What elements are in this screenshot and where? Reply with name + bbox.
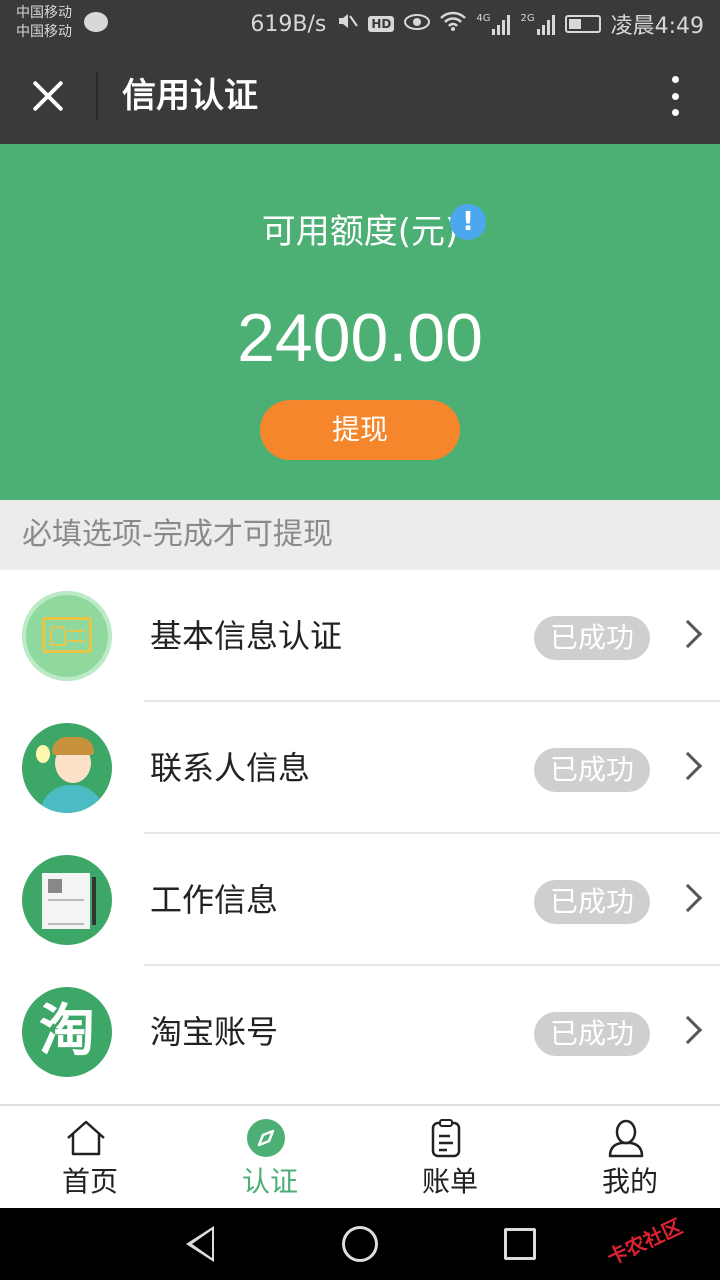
- id-card-icon: [22, 591, 112, 681]
- wifi-icon: [440, 11, 467, 37]
- required-section-header: 必填选项-完成才可提现: [0, 500, 720, 570]
- more-vertical-icon[interactable]: [670, 76, 680, 116]
- page-title: 信用认证: [122, 76, 258, 116]
- close-icon[interactable]: [22, 70, 74, 122]
- document-icon: [22, 855, 112, 945]
- battery-icon: [564, 15, 601, 33]
- withdraw-button[interactable]: 提现: [260, 400, 460, 460]
- app-header: 信用认证: [0, 48, 720, 144]
- hd-badge: HD: [368, 16, 395, 32]
- info-icon[interactable]: !: [450, 204, 486, 240]
- recent-apps-icon[interactable]: [504, 1228, 536, 1260]
- system-nav-bar: 卡农社区: [0, 1208, 720, 1280]
- net-speed: 619B/s: [250, 11, 327, 37]
- status-bar: 中国移动 中国移动 619B/s HD 4G 2G 凌晨4:49: [0, 0, 720, 48]
- status-indicators: 619B/s HD 4G 2G 凌晨4:49: [250, 0, 704, 48]
- signal-4g-icon: 4G: [476, 13, 511, 35]
- tab-home[interactable]: 首页: [0, 1106, 180, 1208]
- tab-profile[interactable]: 我的: [540, 1106, 720, 1208]
- network-type-1: 4G: [476, 13, 491, 24]
- user-icon: [608, 1119, 644, 1158]
- chevron-right-icon: [673, 1015, 703, 1045]
- network-type-2: 2G: [520, 13, 535, 24]
- tab-label: 认证: [241, 1165, 298, 1198]
- taobao-glyph: 淘: [39, 999, 95, 1064]
- tab-label: 账单: [421, 1165, 478, 1198]
- chevron-right-icon: [673, 751, 703, 781]
- cert-label: 淘宝账号: [150, 1013, 279, 1051]
- carrier-info: 中国移动 中国移动: [16, 4, 72, 42]
- status-badge: 已成功: [534, 748, 650, 792]
- signal-2g-icon: 2G: [520, 13, 555, 35]
- tab-label: 首页: [61, 1165, 118, 1198]
- tab-certification[interactable]: 认证: [180, 1106, 360, 1208]
- status-badge: 已成功: [534, 616, 650, 660]
- cert-label: 工作信息: [150, 881, 279, 919]
- tab-bills[interactable]: 账单: [360, 1106, 540, 1208]
- back-icon[interactable]: [186, 1226, 214, 1262]
- chevron-right-icon: [673, 619, 703, 649]
- clipboard-icon: [431, 1119, 461, 1158]
- available-quota-label: 可用额度(元): [261, 212, 459, 252]
- chat-notification-icon: [84, 12, 108, 32]
- credit-panel: 可用额度(元) ! 2400.00 提现: [0, 144, 720, 500]
- eye-icon: [404, 12, 431, 37]
- compass-icon: [247, 1119, 285, 1157]
- cert-item-basic-info[interactable]: 基本信息认证 已成功: [0, 570, 720, 702]
- header-divider: [96, 72, 98, 120]
- home-icon: [67, 1120, 105, 1156]
- carrier-2: 中国移动: [16, 24, 72, 40]
- home-circle-icon[interactable]: [342, 1226, 378, 1262]
- cert-item-taobao[interactable]: 淘 淘宝账号 已成功: [0, 966, 720, 1098]
- status-badge: 已成功: [534, 880, 650, 924]
- person-avatar-icon: [22, 723, 112, 813]
- cert-label: 联系人信息: [150, 749, 311, 787]
- cert-item-work-info[interactable]: 工作信息 已成功: [0, 834, 720, 966]
- chevron-right-icon: [673, 883, 703, 913]
- certification-list: 基本信息认证 已成功 联系人信息 已成功 工作信息 已成功 淘 淘宝账号 已成功: [0, 570, 720, 1098]
- tab-label: 我的: [601, 1165, 658, 1198]
- taobao-icon: 淘: [22, 987, 112, 1077]
- mute-icon: [336, 10, 359, 38]
- status-badge: 已成功: [534, 1012, 650, 1056]
- cert-item-contacts[interactable]: 联系人信息 已成功: [0, 702, 720, 834]
- watermark: 卡农社区: [603, 1214, 686, 1270]
- clock: 凌晨4:49: [610, 14, 704, 39]
- bottom-tab-bar: 首页 认证 账单 我的: [0, 1104, 720, 1208]
- available-quota-amount: 2400.00: [237, 300, 483, 376]
- carrier-1: 中国移动: [16, 5, 72, 21]
- cert-label: 基本信息认证: [150, 617, 343, 655]
